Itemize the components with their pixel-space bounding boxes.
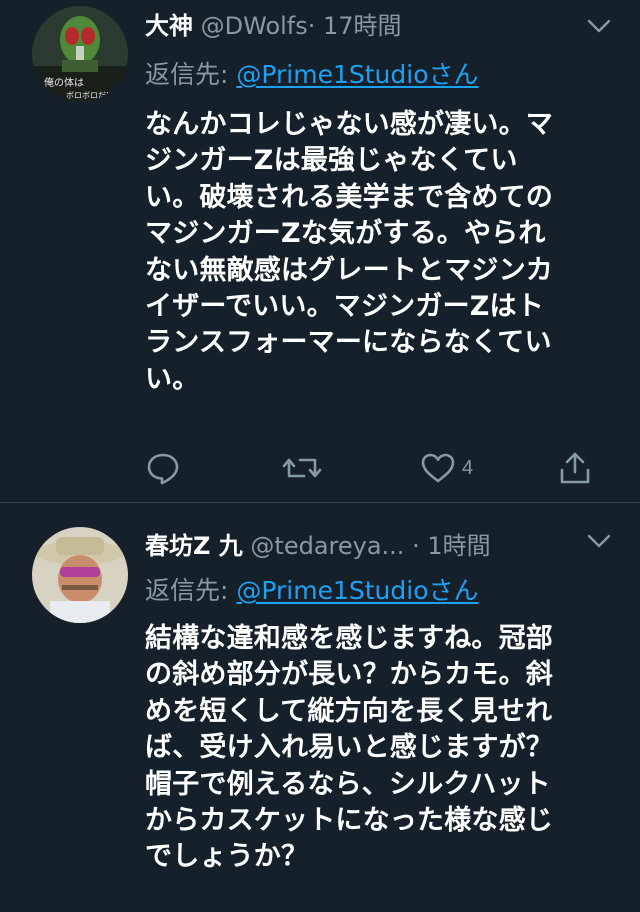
tweet-text: なんかコレじゃない感が凄い。マ ジンガーZは最強じゃなくてい い。破壊される美学…: [145, 107, 605, 398]
tweet-text-line: い。破壊される美学まで含めての: [145, 181, 553, 213]
reply-label: 返信先:: [145, 60, 237, 89]
avatar-image: 俺の体は ボロボロだ!: [32, 6, 128, 102]
tweet-header: 春坊Z 九 @tedareya... · 1時間: [145, 528, 564, 564]
avatar[interactable]: 俺の体は ボロボロだ!: [32, 6, 128, 102]
tweet-text-line: い。: [145, 363, 200, 395]
tweet-text-line: イザーでいい。マジンガーZはト: [145, 291, 544, 323]
avatar-image: [32, 527, 128, 623]
tweet-text-line: めを短くして縦方向を長く見せれ: [145, 695, 553, 727]
user-handle[interactable]: @DWolfs: [201, 12, 308, 40]
tweet-text-line: マジンガーZな気がする。やられ: [145, 218, 546, 250]
reply-button[interactable]: [145, 448, 181, 488]
display-name[interactable]: 春坊Z 九: [145, 532, 243, 560]
tweet-text-line: の斜め部分が長い？からカモ。斜: [145, 659, 553, 691]
tweet-text-line: からカスケットになった様な感じ: [145, 805, 553, 837]
chevron-down-icon[interactable]: [586, 531, 612, 551]
share-icon: [560, 452, 590, 484]
reply-icon: [147, 453, 179, 485]
tweet-text-line: 結構な違和感を感じますね。冠部: [145, 623, 553, 654]
user-handle[interactable]: @tedareya...: [250, 532, 404, 560]
like-button[interactable]: 4: [420, 448, 473, 488]
tweet-text-line: なんかコレじゃない感が凄い。マ: [145, 109, 553, 140]
chevron-down-icon[interactable]: [586, 16, 612, 36]
tweet-actions: 4: [145, 448, 605, 488]
reply-mention-link[interactable]: @Prime1Studioさん: [236, 576, 478, 605]
avatar-caption-1: 俺の体は: [44, 76, 84, 89]
tweet[interactable]: 俺の体は ボロボロだ! 大神 @DWolfs· 17時間 返信先: @Prime…: [0, 0, 640, 502]
tweet-text-line: でしょうか？: [145, 841, 309, 873]
like-count: 4: [462, 456, 474, 479]
avatar[interactable]: [32, 527, 128, 623]
retweet-icon: [282, 458, 322, 478]
display-name[interactable]: 大神: [145, 12, 193, 40]
tweet-text: 結構な違和感を感じますね。冠部 の斜め部分が長い？からカモ。斜 めを短くして縦方…: [145, 621, 605, 876]
share-button[interactable]: [557, 448, 593, 488]
tweet-text-line: ジンガーZは最強じゃなくてい: [145, 145, 518, 177]
retweet-button[interactable]: [282, 448, 322, 488]
reply-mention-link[interactable]: @Prime1Studioさん: [236, 60, 478, 89]
tweet-text-line: 帽子で例えるなら、シルクハット: [145, 768, 551, 800]
reply-context: 返信先: @Prime1Studioさん: [145, 57, 479, 93]
timestamp[interactable]: · 1時間: [404, 532, 491, 560]
tweet-text-line: ない無敵感はグレートとマジンカ: [145, 254, 553, 286]
tweet-header: 大神 @DWolfs· 17時間: [145, 8, 564, 44]
avatar-caption-2: ボロボロだ!: [66, 91, 109, 100]
reply-label: 返信先:: [145, 576, 237, 605]
tweet[interactable]: 春坊Z 九 @tedareya... · 1時間 返信先: @Prime1Stu…: [0, 503, 640, 912]
heart-icon: [421, 453, 455, 483]
timestamp[interactable]: · 17時間: [308, 12, 402, 40]
reply-context: 返信先: @Prime1Studioさん: [145, 573, 479, 609]
tweet-text-line: ば、受け入れ易いと感じますが？: [145, 732, 553, 764]
tweet-text-line: ランスフォーマーにならなくてい: [145, 327, 552, 359]
